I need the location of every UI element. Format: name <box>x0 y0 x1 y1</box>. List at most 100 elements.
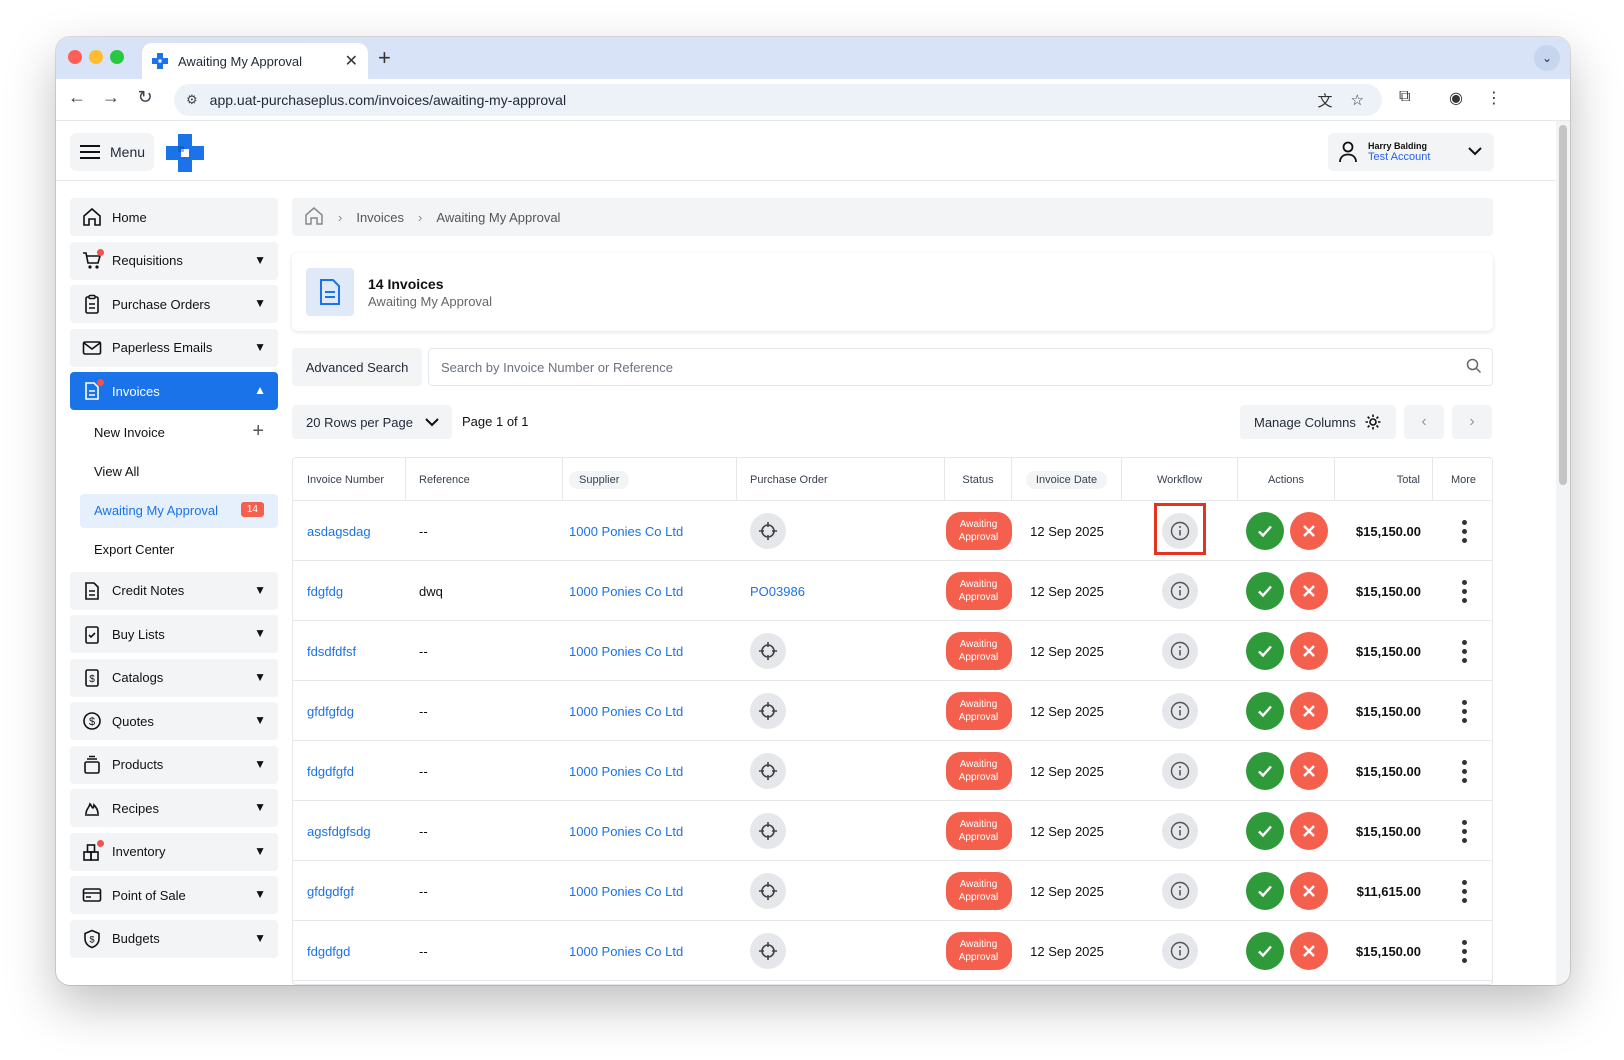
workflow-info-icon[interactable] <box>1162 873 1198 909</box>
forward-icon[interactable]: → <box>98 87 124 108</box>
workflow-info-icon[interactable] <box>1162 573 1198 609</box>
supplier-link[interactable]: 1000 Ponies Co Ltd <box>569 704 683 719</box>
invoice-number-link[interactable]: agsfdgfsdg <box>307 824 371 839</box>
home-icon[interactable] <box>304 206 324 229</box>
sidebar-item-requisitions[interactable]: Requisitions ▼ <box>70 241 278 280</box>
browser-tab[interactable]: Awaiting My Approval ✕ <box>142 43 368 79</box>
column-supplier[interactable]: Supplier <box>563 458 737 501</box>
supplier-link[interactable]: 1000 Ponies Co Ltd <box>569 584 683 599</box>
sidebar-item-products[interactable]: Products ▼ <box>70 745 278 784</box>
link-purchase-order-crosshair-icon[interactable] <box>750 753 786 789</box>
approve-check-icon[interactable] <box>1245 752 1284 790</box>
approve-check-icon[interactable] <box>1245 632 1284 670</box>
invoice-number-link[interactable]: gfdfgfdg <box>307 704 354 719</box>
more-options-icon[interactable] <box>1461 579 1467 603</box>
scrollbar-thumb[interactable] <box>1559 125 1567 485</box>
manage-columns-button[interactable]: Manage Columns <box>1240 405 1396 439</box>
purchase-order-link[interactable]: PO03986 <box>750 584 805 599</box>
more-options-icon[interactable] <box>1461 939 1467 963</box>
close-tab-icon[interactable]: ✕ <box>345 51 358 71</box>
workflow-info-icon[interactable] <box>1162 633 1198 669</box>
table-row[interactable]: fdsdfdfsf -- 1000 Ponies Co Ltd Awaiting… <box>293 621 1492 681</box>
more-options-icon[interactable] <box>1461 819 1467 843</box>
approve-check-icon[interactable] <box>1245 692 1284 730</box>
sidebar-item-credit-notes[interactable]: Credit Notes ▼ <box>70 571 278 610</box>
column-more[interactable]: More <box>1433 458 1492 501</box>
bookmark-star-icon[interactable]: ☆ <box>1351 91 1364 109</box>
rows-per-page-select[interactable]: 20 Rows per Page <box>292 405 452 439</box>
more-options-icon[interactable] <box>1461 879 1467 903</box>
link-purchase-order-crosshair-icon[interactable] <box>750 693 786 729</box>
link-purchase-order-crosshair-icon[interactable] <box>750 633 786 669</box>
table-row[interactable]: asdagsdag -- 1000 Ponies Co Ltd Awaiting… <box>293 501 1492 561</box>
table-row[interactable]: gfdgdfgf -- 1000 Ponies Co Ltd Awaiting A… <box>293 861 1492 921</box>
sidebar-item-buy-lists[interactable]: Buy Lists ▼ <box>70 615 278 653</box>
supplier-link[interactable]: 1000 Ponies Co Ltd <box>569 764 683 779</box>
column-purchase-order[interactable]: Purchase Order <box>737 458 945 501</box>
link-purchase-order-crosshair-icon[interactable] <box>750 873 786 909</box>
table-row[interactable]: agsfdgfsdg -- 1000 Ponies Co Ltd Awaitin… <box>293 801 1492 861</box>
sidebar-subitem-view-all[interactable]: View All <box>80 455 278 489</box>
next-page-button[interactable]: › <box>1452 405 1492 439</box>
translate-icon[interactable]: 文 <box>1318 90 1333 111</box>
invoice-number-link[interactable]: fdsdfdfsf <box>307 644 356 659</box>
link-purchase-order-crosshair-icon[interactable] <box>750 513 786 549</box>
column-invoice-number[interactable]: Invoice Number <box>293 458 406 501</box>
workflow-info-icon[interactable] <box>1162 693 1198 729</box>
previous-page-button[interactable]: ‹ <box>1404 405 1444 439</box>
browser-menu-icon[interactable]: ⋮ <box>1486 88 1502 108</box>
workflow-info-icon[interactable] <box>1162 933 1198 969</box>
extensions-icon[interactable]: ⧉ <box>1399 88 1410 106</box>
link-purchase-order-crosshair-icon[interactable] <box>750 813 786 849</box>
profile-icon[interactable]: ◉ <box>1449 88 1463 108</box>
breadcrumb-invoices[interactable]: Invoices <box>356 210 404 225</box>
invoice-number-link[interactable]: fdgfdg <box>307 584 343 599</box>
table-row[interactable]: fdgdfgd -- 1000 Ponies Co Ltd Awaiting Ap… <box>293 921 1492 981</box>
sidebar-item-quotes[interactable]: $ Quotes ▼ <box>70 702 278 740</box>
supplier-link[interactable]: 1000 Ponies Co Ltd <box>569 524 683 539</box>
sidebar-item-purchase-orders[interactable]: Purchase Orders ▼ <box>70 285 278 323</box>
invoice-number-link[interactable]: gfdgdfgf <box>307 884 354 899</box>
invoice-number-link[interactable]: fdgdfgfd <box>307 764 354 779</box>
reject-x-icon[interactable] <box>1289 932 1328 970</box>
approve-check-icon[interactable] <box>1245 572 1284 610</box>
purchaseplus-logo[interactable] <box>166 134 204 172</box>
approve-check-icon[interactable] <box>1245 872 1284 910</box>
workflow-info-icon[interactable] <box>1162 753 1198 789</box>
supplier-link[interactable]: 1000 Ponies Co Ltd <box>569 644 683 659</box>
supplier-link[interactable]: 1000 Ponies Co Ltd <box>569 884 683 899</box>
sidebar-subitem-awaiting-my-approval[interactable]: Awaiting My Approval 14 <box>80 493 278 528</box>
approve-check-icon[interactable] <box>1245 932 1284 970</box>
url-bar[interactable]: ⚙ app.uat-purchaseplus.com/invoices/awai… <box>174 84 1382 116</box>
sidebar-item-paperless-emails[interactable]: Paperless Emails ▼ <box>70 328 278 367</box>
url-text[interactable]: app.uat-purchaseplus.com/invoices/awaiti… <box>210 92 1318 108</box>
table-row[interactable]: fdgfdg dwq 1000 Ponies Co Ltd PO03986 Aw… <box>293 561 1492 621</box>
reject-x-icon[interactable] <box>1289 872 1328 910</box>
reject-x-icon[interactable] <box>1289 632 1328 670</box>
maximize-window-button[interactable] <box>110 50 124 64</box>
new-tab-button[interactable]: + <box>378 45 391 71</box>
reject-x-icon[interactable] <box>1289 812 1328 850</box>
search-icon[interactable] <box>1466 358 1482 377</box>
user-menu[interactable]: Harry Balding Test Account <box>1328 133 1494 171</box>
reject-x-icon[interactable] <box>1289 752 1328 790</box>
sidebar-subitem-new-invoice[interactable]: New Invoice + <box>80 416 278 450</box>
sidebar-subitem-export-center[interactable]: Export Center <box>80 533 278 567</box>
invoice-number-link[interactable]: fdgdfgd <box>307 944 350 959</box>
supplier-link[interactable]: 1000 Ponies Co Ltd <box>569 944 683 959</box>
invoice-number-link[interactable]: asdagsdag <box>307 524 371 539</box>
search-input[interactable]: Search by Invoice Number or Reference <box>428 348 1493 386</box>
table-row[interactable]: fdgdfgfd -- 1000 Ponies Co Ltd Awaiting A… <box>293 741 1492 801</box>
sidebar-item-inventory[interactable]: Inventory ▼ <box>70 832 278 871</box>
column-invoice-date[interactable]: Invoice Date <box>1012 458 1122 501</box>
reject-x-icon[interactable] <box>1289 512 1328 550</box>
sidebar-item-catalogs[interactable]: $ Catalogs ▼ <box>70 658 278 697</box>
column-total[interactable]: Total <box>1335 458 1433 501</box>
reload-icon[interactable]: ↻ <box>132 87 158 108</box>
column-actions[interactable]: Actions <box>1238 458 1335 501</box>
tab-search-chevron-icon[interactable]: ⌄ <box>1534 45 1560 71</box>
link-purchase-order-crosshair-icon[interactable] <box>750 933 786 969</box>
advanced-search-button[interactable]: Advanced Search <box>292 348 422 386</box>
supplier-link[interactable]: 1000 Ponies Co Ltd <box>569 824 683 839</box>
site-settings-icon[interactable]: ⚙ <box>186 92 198 108</box>
